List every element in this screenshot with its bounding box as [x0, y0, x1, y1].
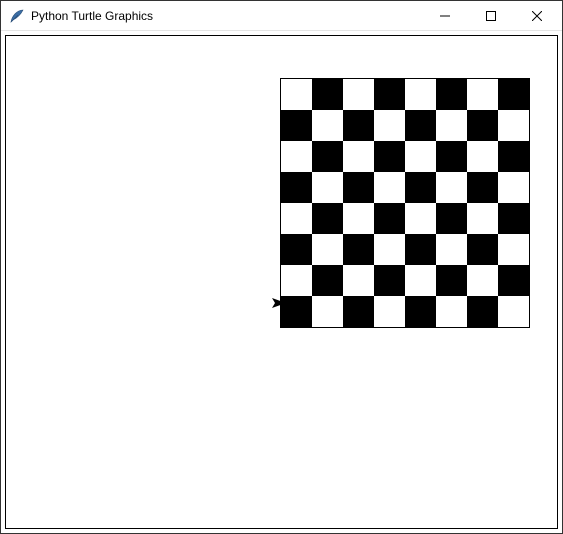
board-cell — [405, 141, 436, 172]
board-cell — [436, 265, 467, 296]
board-cell — [343, 172, 374, 203]
board-cell — [405, 234, 436, 265]
board-cell — [467, 110, 498, 141]
board-cell — [436, 79, 467, 110]
board-cell — [343, 203, 374, 234]
board-cell — [498, 203, 529, 234]
board-cell — [498, 234, 529, 265]
board-cell — [343, 110, 374, 141]
board-cell — [498, 79, 529, 110]
board-cell — [312, 265, 343, 296]
board-cell — [405, 296, 436, 327]
window-controls — [422, 1, 560, 30]
board-row — [281, 79, 529, 110]
board-cell — [281, 203, 312, 234]
board-row — [281, 265, 529, 296]
board-cell — [436, 203, 467, 234]
window-titlebar: Python Turtle Graphics — [1, 1, 562, 31]
board-row — [281, 296, 529, 327]
feather-icon — [9, 8, 25, 24]
board-cell — [467, 172, 498, 203]
board-cell — [281, 110, 312, 141]
board-row — [281, 203, 529, 234]
board-cell — [436, 234, 467, 265]
board-cell — [405, 265, 436, 296]
board-row — [281, 141, 529, 172]
board-cell — [436, 172, 467, 203]
board-cell — [343, 265, 374, 296]
board-cell — [312, 296, 343, 327]
board-cell — [312, 141, 343, 172]
board-cell — [312, 110, 343, 141]
board-cell — [343, 79, 374, 110]
board-cell — [498, 296, 529, 327]
board-cell — [374, 141, 405, 172]
board-cell — [312, 79, 343, 110]
canvas-container — [1, 31, 562, 533]
board-cell — [343, 234, 374, 265]
board-cell — [312, 203, 343, 234]
window-title: Python Turtle Graphics — [31, 9, 422, 23]
checkerboard — [280, 78, 530, 328]
board-cell — [281, 265, 312, 296]
board-cell — [374, 79, 405, 110]
board-cell — [374, 110, 405, 141]
board-cell — [281, 141, 312, 172]
maximize-button[interactable] — [468, 1, 514, 30]
board-cell — [405, 172, 436, 203]
board-cell — [467, 203, 498, 234]
board-cell — [281, 79, 312, 110]
board-cell — [467, 141, 498, 172]
board-cell — [374, 203, 405, 234]
minimize-button[interactable] — [422, 1, 468, 30]
board-cell — [498, 172, 529, 203]
board-cell — [498, 141, 529, 172]
board-cell — [467, 296, 498, 327]
board-cell — [281, 234, 312, 265]
board-row — [281, 110, 529, 141]
board-cell — [436, 141, 467, 172]
board-cell — [436, 296, 467, 327]
board-cell — [374, 234, 405, 265]
board-cell — [281, 172, 312, 203]
close-button[interactable] — [514, 1, 560, 30]
board-cell — [405, 110, 436, 141]
board-cell — [281, 296, 312, 327]
board-cell — [405, 79, 436, 110]
board-cell — [312, 234, 343, 265]
board-row — [281, 172, 529, 203]
board-cell — [374, 172, 405, 203]
board-cell — [405, 203, 436, 234]
board-cell — [312, 172, 343, 203]
board-cell — [374, 265, 405, 296]
board-cell — [467, 234, 498, 265]
board-cell — [343, 296, 374, 327]
board-cell — [436, 110, 467, 141]
board-cell — [467, 265, 498, 296]
turtle-canvas — [5, 35, 558, 529]
board-cell — [374, 296, 405, 327]
board-cell — [498, 265, 529, 296]
board-cell — [467, 79, 498, 110]
board-cell — [498, 110, 529, 141]
board-row — [281, 234, 529, 265]
board-cell — [343, 141, 374, 172]
